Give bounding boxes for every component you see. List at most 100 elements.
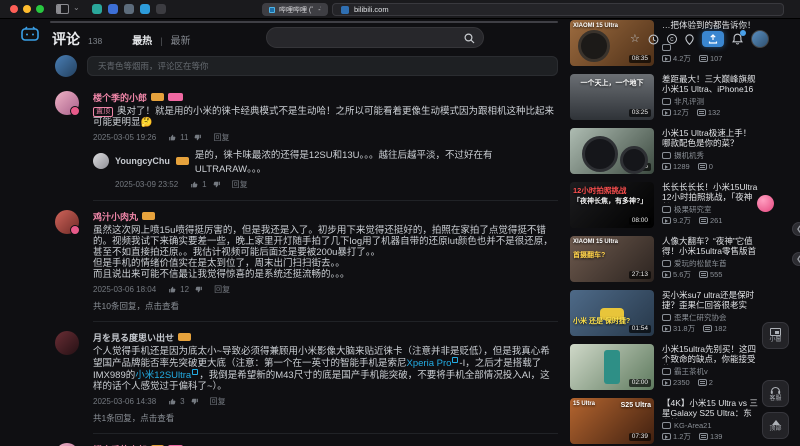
video-thumbnail[interactable]: 00:55: [570, 128, 654, 174]
video-card[interactable]: 15 Ultra S25 Ultra 07:39 【4K】小米15 Ultra …: [570, 398, 758, 444]
reply-avatar[interactable]: [93, 153, 109, 169]
video-uploader[interactable]: 极果研究室: [662, 204, 758, 215]
video-card[interactable]: 00:55 小米15 Ultra极速上手！哪款配色是你的菜？ 摄机机秀 1289…: [570, 128, 758, 174]
search-input[interactable]: [266, 27, 484, 48]
like-count: 1: [202, 179, 207, 189]
reply-button[interactable]: 回复: [213, 132, 229, 143]
reply-username[interactable]: YoungcyChu: [115, 156, 170, 166]
uploader-name[interactable]: 爱玩的松鼠车酋: [674, 258, 727, 269]
video-title[interactable]: 【4K】小米15 Ultra vs 三星Galaxy S25 Ultra：东京拍…: [662, 398, 758, 419]
collapse-handle-icon[interactable]: ❮: [792, 252, 800, 266]
reply-button[interactable]: 回复: [232, 179, 248, 190]
video-title[interactable]: 长长长长长！小米15Ultra 12小时拍照挑战，「夜神长...: [662, 182, 758, 203]
minimize-window-button[interactable]: [23, 5, 31, 13]
search-link[interactable]: 小米12SUltra: [135, 370, 191, 381]
danmaku-count: 139: [709, 432, 723, 441]
like-button[interactable]: 12: [168, 285, 189, 294]
video-thumbnail[interactable]: 12小时拍照挑战 「夜神长焦，有多神?」 08:00: [570, 182, 654, 228]
thumbs-up-icon: [191, 181, 198, 187]
comment-text-content: 奥对了！就是用的小米的徕卡经典模式不是生动哈！之所以可能看着更像生动模式因为跟相…: [93, 106, 555, 128]
commenter-username[interactable]: 鸡汁小肉丸: [93, 210, 138, 223]
view-replies-link[interactable]: 共10条回复，点击查看: [93, 300, 558, 312]
thumbs-down-icon[interactable]: [193, 133, 202, 142]
video-thumbnail[interactable]: 小米 还是 保时捷? 01:54: [570, 290, 654, 336]
location-pin-icon[interactable]: [685, 33, 694, 45]
close-window-button[interactable]: [10, 5, 18, 13]
video-uploader[interactable]: 非凡评测: [662, 96, 758, 107]
collapse-handle-icon[interactable]: ❮: [792, 222, 800, 236]
my-avatar[interactable]: [55, 55, 77, 77]
video-uploader[interactable]: KG-Area21: [662, 420, 758, 431]
tab-hottest[interactable]: 最热: [132, 32, 152, 47]
video-uploader[interactable]: 摄机机秀: [662, 150, 758, 161]
bilibili-logo-icon[interactable]: [20, 26, 40, 42]
commenter-avatar[interactable]: [55, 91, 80, 116]
video-thumbnail[interactable]: XIAOMI 15 Ultra 首摄翻车? 27:13: [570, 236, 654, 282]
video-thumbnail[interactable]: 02:00: [570, 344, 654, 390]
reply-button[interactable]: 回复: [214, 284, 230, 295]
customer-service-button[interactable]: 客服: [762, 380, 789, 407]
video-title[interactable]: 差距最大！三大巅峰旗舰小米15 Ultra、iPhone16 Pr...: [662, 74, 758, 95]
uploader-name[interactable]: 极果研究室: [674, 204, 712, 215]
like-button[interactable]: 1: [190, 179, 207, 189]
creator-center-icon[interactable]: c: [666, 34, 677, 44]
upload-button[interactable]: [701, 31, 724, 47]
uploader-name[interactable]: KG-Area21: [674, 421, 712, 430]
commenter-username[interactable]: 楼个季的小郎: [93, 91, 147, 104]
user-avatar[interactable]: [750, 30, 769, 48]
video-seekbar[interactable]: [50, 21, 558, 23]
video-title[interactable]: 小米15ultra先别买！这四个致命的缺点，你能接受的...: [662, 344, 758, 365]
notifications-bell-icon[interactable]: [731, 30, 746, 45]
view-replies-link[interactable]: 共1条回复，点击查看: [93, 412, 558, 424]
video-card[interactable]: 小米 还是 保时捷? 01:54 买小米su7 ultra还是保时捷？歪果仁回答…: [570, 290, 758, 336]
like-button[interactable]: 11: [168, 133, 188, 142]
video-card[interactable]: 02:00 小米15ultra先别买！这四个致命的缺点，你能接受的... 霸王茶…: [570, 344, 758, 390]
extension-icon[interactable]: [92, 4, 102, 14]
uploader-name[interactable]: 歪果仁研究协会: [674, 312, 727, 323]
uploader-name[interactable]: 摄机机秀: [674, 150, 704, 161]
search-link[interactable]: Xperia Pro: [407, 358, 452, 369]
headset-icon: [770, 386, 781, 394]
tab-newest[interactable]: 最新: [171, 32, 191, 47]
browser-tab-inactive[interactable]: 哔哩哔哩 (゜-゜)つ...: [262, 3, 328, 16]
thumbs-down-icon[interactable]: [212, 180, 221, 189]
browser-address-tab-active[interactable]: bilibili.com: [332, 3, 784, 16]
video-title[interactable]: 买小米su7 ultra还是保时捷？歪果仁回答很老实: [662, 290, 758, 311]
uploader-name[interactable]: 霸王茶机v: [674, 366, 708, 377]
uploader-name[interactable]: 非凡评测: [674, 96, 704, 107]
video-card[interactable]: 一个天上，一个地下 03:25 差距最大！三大巅峰旗舰小米15 Ultra、iP…: [570, 74, 758, 120]
video-uploader[interactable]: 爱玩的松鼠车酋: [662, 258, 758, 269]
extension-icon[interactable]: [108, 4, 118, 14]
video-uploader[interactable]: 歪果仁研究协会: [662, 312, 758, 323]
comments-count: 138: [88, 36, 103, 46]
video-title[interactable]: 小米15 Ultra极速上手！哪款配色是你的菜？: [662, 128, 758, 149]
commenter-username[interactable]: 楼个季的小郎: [93, 443, 147, 446]
favorites-star-icon[interactable]: ☆: [630, 33, 640, 45]
commenter-avatar[interactable]: [55, 331, 79, 355]
extension-icon[interactable]: [140, 4, 150, 14]
commenter-avatar[interactable]: [55, 210, 80, 235]
zoom-window-button[interactable]: [36, 5, 44, 13]
video-uploader[interactable]: 霸王茶机v: [662, 366, 758, 377]
chevron-down-icon[interactable]: ⌄: [73, 3, 80, 12]
back-to-top-button[interactable]: 顶部: [762, 412, 789, 439]
extension-icon[interactable]: [156, 4, 166, 14]
video-title[interactable]: 人像大翻车？“夜神”它值得！小米15ultra零售版首摄...: [662, 236, 758, 257]
promo-float-button[interactable]: [757, 195, 774, 212]
video-card[interactable]: 12小时拍照挑战 「夜神长焦，有多神?」 08:00 长长长长长！小米15Ult…: [570, 182, 758, 228]
reply-button[interactable]: 回复: [210, 396, 226, 407]
thumbs-down-icon[interactable]: [194, 285, 203, 294]
commenter-username[interactable]: 月を見る度思い出せ: [93, 331, 174, 344]
thumbs-down-icon[interactable]: [190, 397, 199, 406]
sidebar-toggle-icon[interactable]: [56, 4, 69, 14]
history-clock-icon[interactable]: [648, 34, 659, 45]
like-button[interactable]: 3: [168, 397, 185, 406]
search-icon[interactable]: [464, 33, 475, 44]
mini-player-button[interactable]: 小窗: [762, 322, 789, 349]
nav-icon-row: ☆ c: [630, 29, 769, 49]
extension-icon[interactable]: [124, 4, 134, 14]
video-thumbnail[interactable]: 一个天上，一个地下 03:25: [570, 74, 654, 120]
comment-input[interactable]: [87, 56, 558, 76]
video-card[interactable]: XIAOMI 15 Ultra 首摄翻车? 27:13 人像大翻车？“夜神”它值…: [570, 236, 758, 282]
video-thumbnail[interactable]: 15 Ultra S25 Ultra 07:39: [570, 398, 654, 444]
